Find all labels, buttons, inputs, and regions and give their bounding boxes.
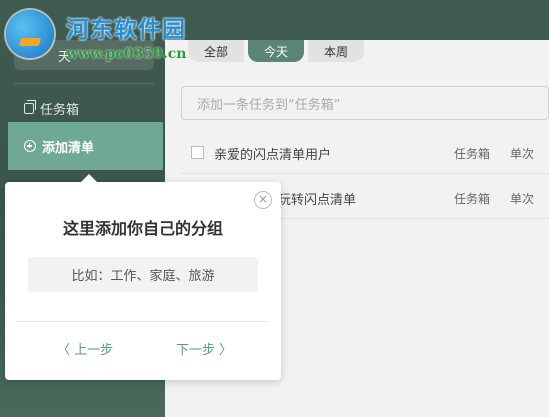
task-title: 玩转闪点清单	[278, 193, 357, 208]
task-repeat: 单次	[510, 147, 535, 161]
watermark-title: 河东软件园	[66, 16, 186, 43]
task-title: 亲爱的闪点清单用户	[214, 148, 332, 163]
add-task-input[interactable]: 添加一条任务到“任务箱”	[181, 86, 549, 120]
popup-title: 这里添加你自己的分组	[62, 219, 223, 238]
plus-circle-icon	[24, 140, 36, 152]
tab-week[interactable]: 本周	[308, 40, 364, 62]
task-checkbox[interactable]	[191, 146, 204, 159]
sidebar-item-inbox[interactable]: 任务箱	[8, 90, 163, 126]
guide-popup: × 这里添加你自己的分组 比如：工作、家庭、旅游 〈 上一步 下一步 〉	[5, 174, 281, 380]
sidebar-divider	[14, 83, 154, 84]
task-list-name: 任务箱	[454, 192, 491, 206]
sidebar-item-add-list[interactable]: 添加清单	[8, 122, 163, 170]
popup-arrow	[81, 174, 97, 182]
tab-all[interactable]: 全部	[188, 40, 244, 62]
date-filter-tabs: 全部 今天 本周	[188, 40, 368, 62]
sidebar-item-label: 添加清单	[42, 140, 95, 156]
task-repeat: 单次	[510, 192, 535, 206]
prev-step-button[interactable]: 〈 上一步	[57, 339, 113, 358]
tab-today[interactable]: 今天	[248, 40, 304, 62]
popup-example: 比如：工作、家庭、旅游	[28, 257, 258, 292]
task-row[interactable]: 亲爱的闪点清单用户 任务箱 单次	[180, 130, 549, 174]
watermark-url: www.pc0359.cn	[66, 46, 187, 62]
watermark-logo-icon	[6, 10, 54, 58]
popup-divider	[17, 321, 269, 322]
next-step-button[interactable]: 下一步 〉	[176, 339, 232, 358]
inbox-icon	[24, 99, 36, 114]
main-header	[165, 0, 549, 40]
task-list-name: 任务箱	[454, 147, 491, 161]
sidebar-item-label: 任务箱	[40, 102, 80, 118]
close-icon[interactable]: ×	[254, 191, 272, 209]
